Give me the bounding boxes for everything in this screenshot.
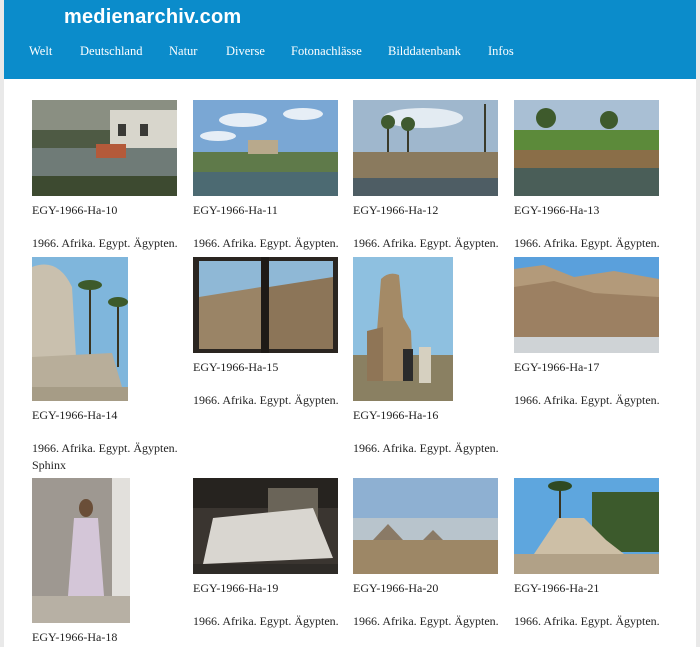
photo-caption[interactable]: EGY-1966-Ha-20 — [353, 581, 438, 596]
photo-thumbnail[interactable] — [514, 257, 659, 353]
photo-thumbnail[interactable] — [32, 257, 128, 401]
photo-description: 1966. Afrika. Egypt. Ägypten. — [514, 236, 660, 250]
photo-description: 1966. Afrika. Egypt. Ägypten. — [353, 614, 499, 628]
page: medienarchiv.com Welt Deutschland Natur … — [4, 0, 696, 647]
photo-caption[interactable]: EGY-1966-Ha-18 — [32, 630, 117, 645]
nav-item-welt[interactable]: Welt — [29, 44, 52, 59]
photo-description: 1966. Afrika. Egypt. Ägypten. — [193, 393, 339, 407]
photo-description-extra: Sphinx — [32, 458, 67, 472]
nav-item-fotonachlaesse[interactable]: Fotonachlässe — [291, 44, 362, 59]
nav-item-deutschland[interactable]: Deutschland — [80, 44, 142, 59]
photo-caption[interactable]: EGY-1966-Ha-10 — [32, 203, 117, 218]
photo-thumbnail[interactable] — [193, 478, 338, 574]
photo-caption[interactable]: EGY-1966-Ha-17 — [514, 360, 599, 375]
photo-thumbnail[interactable] — [353, 257, 453, 401]
photo-description: 1966. Afrika. Egypt. Ägypten. — [353, 236, 499, 250]
nav-item-natur[interactable]: Natur — [169, 44, 197, 59]
photo-thumbnail[interactable] — [193, 100, 338, 196]
site-header: medienarchiv.com Welt Deutschland Natur … — [4, 0, 696, 79]
photo-thumbnail[interactable] — [32, 478, 130, 623]
photo-caption[interactable]: EGY-1966-Ha-21 — [514, 581, 599, 596]
photo-thumbnail[interactable] — [514, 478, 659, 574]
photo-description: 1966. Afrika. Egypt. Ägypten. — [514, 614, 660, 628]
photo-thumbnail[interactable] — [353, 478, 498, 574]
nav-item-bilddatenbank[interactable]: Bilddatenbank — [388, 44, 461, 59]
photo-thumbnail[interactable] — [32, 100, 177, 196]
photo-caption[interactable]: EGY-1966-Ha-19 — [193, 581, 278, 596]
photo-description: 1966. Afrika. Egypt. Ägypten. — [32, 236, 178, 250]
photo-caption[interactable]: EGY-1966-Ha-13 — [514, 203, 599, 218]
photo-caption[interactable]: EGY-1966-Ha-11 — [193, 203, 278, 218]
photo-thumbnail[interactable] — [193, 257, 338, 353]
photo-caption[interactable]: EGY-1966-Ha-14 — [32, 408, 117, 423]
site-logo[interactable]: medienarchiv.com — [64, 6, 241, 29]
photo-caption[interactable]: EGY-1966-Ha-15 — [193, 360, 278, 375]
photo-caption[interactable]: EGY-1966-Ha-12 — [353, 203, 438, 218]
photo-description: 1966. Afrika. Egypt. Ägypten. — [193, 614, 339, 628]
nav-item-diverse[interactable]: Diverse — [226, 44, 265, 59]
photo-thumbnail[interactable] — [514, 100, 659, 196]
nav-item-infos[interactable]: Infos — [488, 44, 514, 59]
photo-description: 1966. Afrika. Egypt. Ägypten. — [353, 441, 499, 455]
photo-description: 1966. Afrika. Egypt. Ägypten. — [514, 393, 660, 407]
photo-thumbnail[interactable] — [353, 100, 498, 196]
photo-caption[interactable]: EGY-1966-Ha-16 — [353, 408, 438, 423]
photo-description: 1966. Afrika. Egypt. Ägypten. — [193, 236, 339, 250]
photo-description: 1966. Afrika. Egypt. Ägypten. — [32, 441, 178, 455]
